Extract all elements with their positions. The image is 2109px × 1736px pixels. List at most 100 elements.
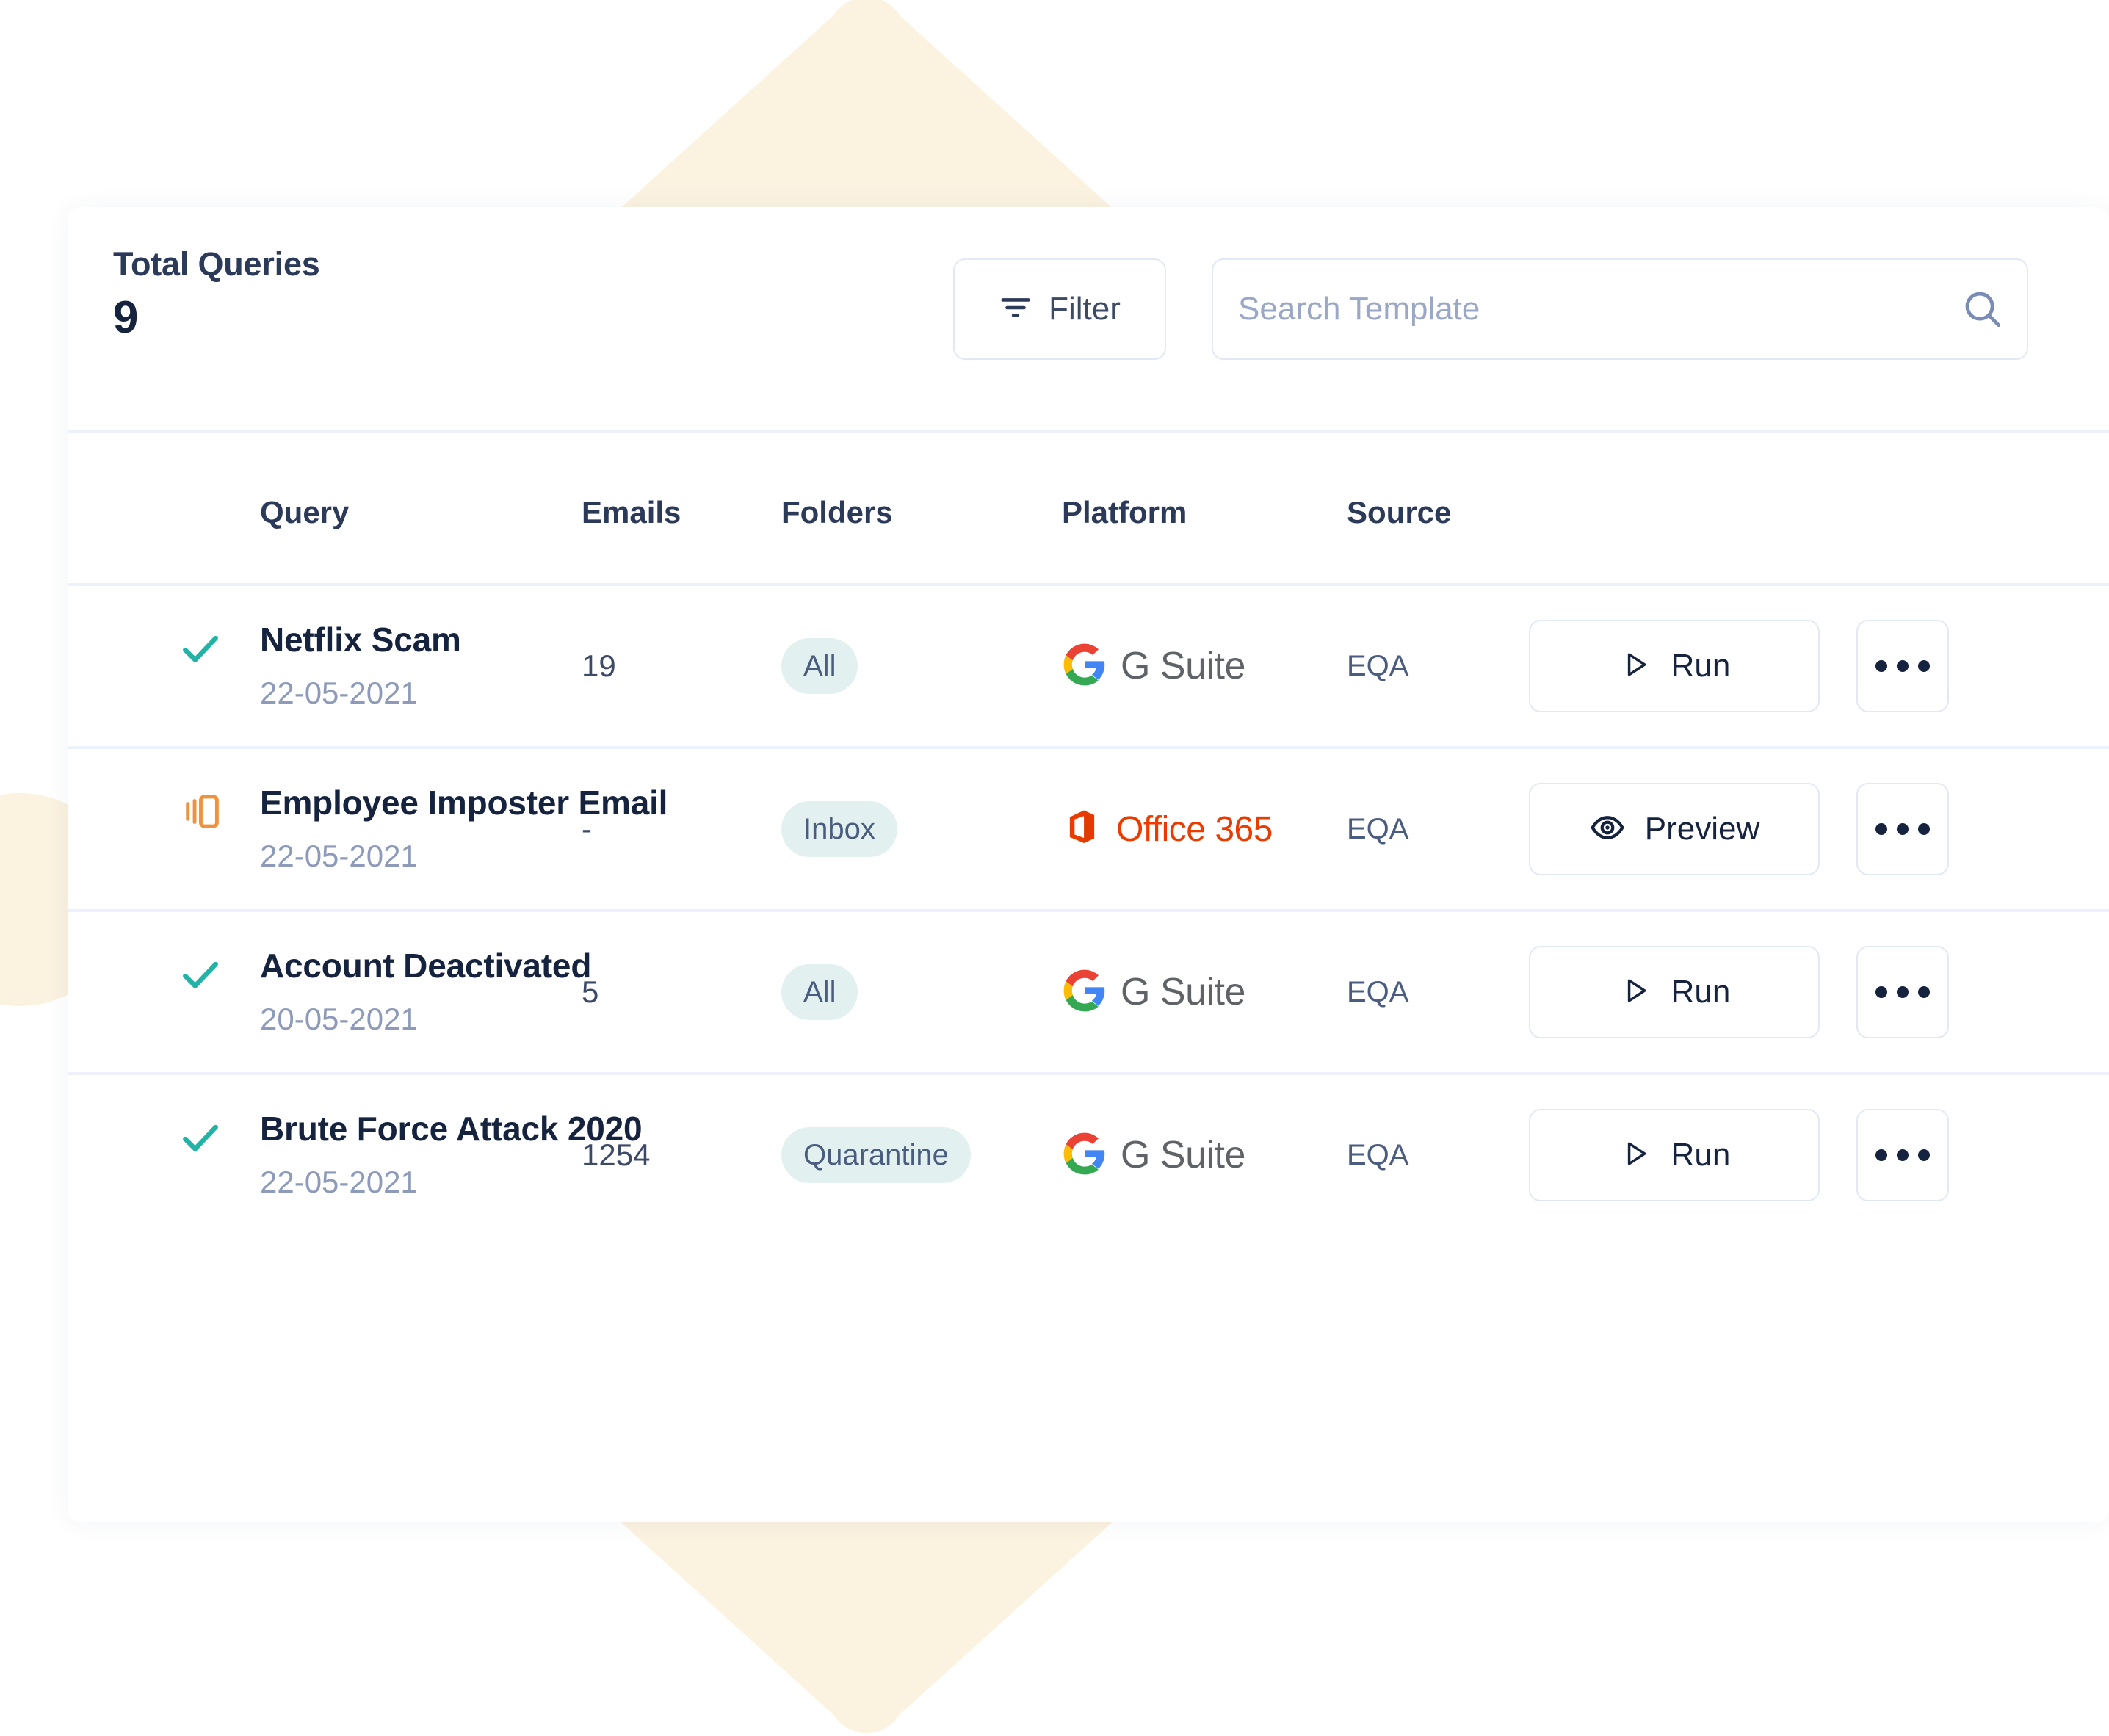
cell-folders: All: [781, 585, 1062, 748]
column-header-platform[interactable]: Platform: [1062, 433, 1347, 585]
cell-query: Employee Imposter Email 22-05-2021: [68, 748, 668, 911]
table-row[interactable]: Account Deactivated 20-05-2021 5 All G S…: [68, 911, 2109, 1074]
decorative-triangle-down: [617, 1519, 1116, 1733]
ellipsis-dot-icon: [1897, 1149, 1909, 1161]
cell-actions: Preview: [1529, 748, 2109, 911]
search-icon[interactable]: [1939, 286, 2027, 332]
search-template-box[interactable]: [1212, 258, 2028, 360]
cell-source: EQA: [1347, 1074, 1529, 1235]
check-icon: [178, 626, 223, 671]
search-input[interactable]: [1213, 260, 1939, 358]
row-action-button[interactable]: Run: [1529, 620, 1820, 712]
row-more-options-button[interactable]: [1856, 946, 1949, 1038]
column-header-source[interactable]: Source: [1347, 433, 1529, 585]
decorative-triangle-up: [617, 0, 1116, 211]
table-row[interactable]: Brute Force Attack 2020 22-05-2021 1254 …: [68, 1074, 2109, 1235]
query-date: 22-05-2021: [260, 839, 418, 874]
play-icon: [1618, 1137, 1652, 1174]
row-action-label: Run: [1671, 648, 1731, 684]
platform-name: G Suite: [1121, 1134, 1245, 1176]
column-header-actions: [1529, 433, 2109, 585]
row-more-options-button[interactable]: [1856, 620, 1949, 712]
ellipsis-dot-icon: [1897, 823, 1909, 835]
cell-emails: 19: [582, 585, 781, 748]
source-value: EQA: [1347, 1138, 1409, 1171]
cell-platform: Office 365: [1062, 748, 1347, 911]
check-icon: [178, 1115, 223, 1160]
source-value: EQA: [1347, 975, 1409, 1008]
emails-count: 19: [582, 648, 616, 683]
card-header: Total Queries 9 Filter: [68, 207, 2109, 433]
cell-actions: Run: [1529, 585, 2109, 748]
cell-query: Netflix Scam 22-05-2021: [68, 585, 582, 748]
cell-source: EQA: [1347, 585, 1529, 748]
filter-button-label: Filter: [1049, 291, 1121, 327]
folder-badge: Quarantine: [781, 1127, 971, 1183]
folder-badge: All: [781, 964, 858, 1020]
cell-emails: 5: [582, 911, 781, 1074]
eye-icon: [1589, 809, 1626, 850]
filter-icon: [999, 291, 1032, 328]
folder-badge: Inbox: [781, 801, 897, 857]
ellipsis-dot-icon: [1875, 823, 1887, 835]
ellipsis-dot-icon: [1918, 986, 1930, 998]
cell-platform: G Suite: [1062, 911, 1347, 1074]
row-more-options-button[interactable]: [1856, 1109, 1949, 1201]
header-divider: [68, 430, 2109, 433]
cell-folders: Quarantine: [781, 1074, 1062, 1235]
google-logo-icon: [1062, 642, 1107, 691]
cell-source: EQA: [1347, 748, 1529, 911]
table-header-row: Query Emails Folders Platform Source: [68, 433, 2109, 585]
query-title: Employee Imposter Email: [260, 784, 668, 822]
cell-emails: -: [582, 748, 781, 911]
total-queries-label: Total Queries: [113, 245, 320, 283]
total-queries-value: 9: [113, 292, 139, 343]
cell-folders: All: [781, 911, 1062, 1074]
row-action-button[interactable]: Run: [1529, 1109, 1820, 1201]
query-date: 22-05-2021: [260, 676, 418, 711]
cell-actions: Run: [1529, 1074, 2109, 1235]
queries-card: Total Queries 9 Filter Search Template Q…: [68, 207, 2109, 1522]
cell-emails: 1254: [582, 1074, 781, 1235]
platform-name: G Suite: [1121, 645, 1245, 687]
source-value: EQA: [1347, 812, 1409, 845]
table-row[interactable]: Netflix Scam 22-05-2021 19 All G Suite E…: [68, 585, 2109, 748]
toolbar: Filter: [953, 242, 2063, 360]
total-queries-stat: Total Queries 9: [113, 242, 320, 341]
queries-table: Query Emails Folders Platform Source Net…: [68, 433, 2109, 1235]
row-action-label: Preview: [1644, 811, 1760, 847]
ellipsis-dot-icon: [1918, 823, 1930, 835]
source-value: EQA: [1347, 649, 1409, 682]
row-action-button[interactable]: Run: [1529, 946, 1820, 1038]
table-body: Netflix Scam 22-05-2021 19 All G Suite E…: [68, 585, 2109, 1235]
cell-query: Account Deactivated 20-05-2021: [68, 911, 592, 1074]
ellipsis-dot-icon: [1918, 660, 1930, 672]
table-row[interactable]: Employee Imposter Email 22-05-2021 - Inb…: [68, 748, 2109, 911]
table-head: Query Emails Folders Platform Source: [68, 433, 2109, 585]
row-action-button[interactable]: Preview: [1529, 783, 1820, 875]
ellipsis-dot-icon: [1918, 1149, 1930, 1161]
check-icon: [178, 952, 223, 997]
cell-platform: G Suite: [1062, 585, 1347, 748]
query-title: Netflix Scam: [260, 621, 461, 659]
query-title: Account Deactivated: [260, 947, 592, 985]
platform-name: Office 365: [1116, 809, 1273, 849]
ellipsis-dot-icon: [1897, 986, 1909, 998]
row-action-label: Run: [1671, 1137, 1731, 1173]
google-logo-icon: [1062, 968, 1107, 1017]
ellipsis-dot-icon: [1875, 660, 1887, 672]
draft-stack-icon: [178, 789, 223, 834]
office365-logo-icon: [1062, 807, 1103, 852]
column-header-emails[interactable]: Emails: [582, 433, 781, 585]
cell-actions: Run: [1529, 911, 2109, 1074]
play-icon: [1618, 648, 1652, 685]
ellipsis-dot-icon: [1875, 986, 1887, 998]
column-header-query[interactable]: Query: [68, 433, 582, 585]
cell-source: EQA: [1347, 911, 1529, 1074]
column-header-folders[interactable]: Folders: [781, 433, 1062, 585]
row-action-label: Run: [1671, 974, 1731, 1010]
app-stage: Total Queries 9 Filter Search Template Q…: [0, 0, 2109, 1736]
row-more-options-button[interactable]: [1856, 783, 1949, 875]
ellipsis-dot-icon: [1897, 660, 1909, 672]
filter-button[interactable]: Filter: [953, 258, 1166, 360]
